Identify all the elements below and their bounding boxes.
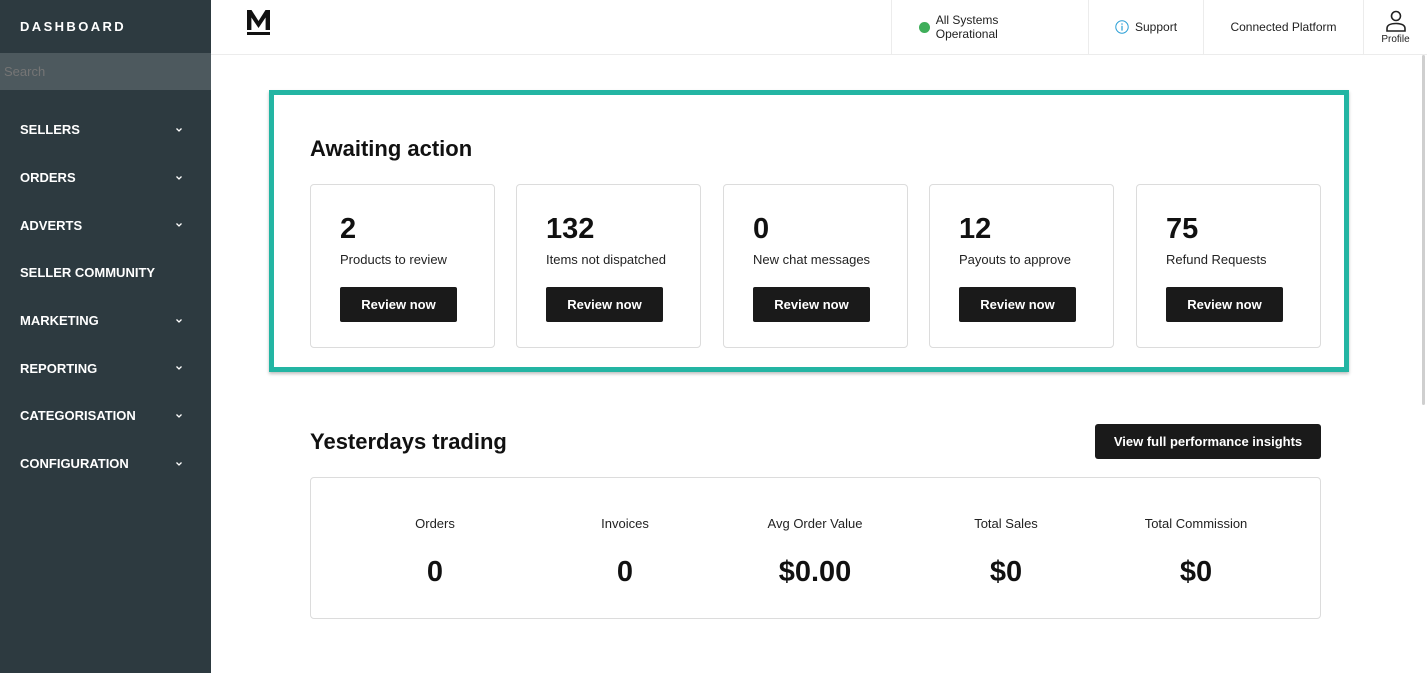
user-icon xyxy=(1385,10,1406,32)
stat-orders: Orders 0 xyxy=(340,478,530,618)
stat-label: Total Sales xyxy=(974,516,1038,531)
support-label: Support xyxy=(1135,20,1178,34)
connected-platform-link[interactable]: Connected Platform xyxy=(1203,0,1363,54)
card-count: 75 xyxy=(1166,213,1199,245)
platform-label: Connected Platform xyxy=(1230,20,1337,34)
stat-total-commission: Total Commission $0 xyxy=(1101,478,1291,618)
view-insights-button[interactable]: View full performance insights xyxy=(1095,424,1321,459)
chevron-down-icon xyxy=(175,317,183,325)
stat-value: $0 xyxy=(1179,556,1213,588)
profile-label: Profile xyxy=(1381,34,1410,45)
sidebar: DASHBOARD SELLERS ORDERS ADVERTS SELLER … xyxy=(0,0,211,673)
sidebar-item-label: CATEGORISATION xyxy=(20,408,136,424)
support-link[interactable]: Support xyxy=(1088,0,1203,54)
card-count: 0 xyxy=(753,213,770,245)
chevron-down-icon xyxy=(175,221,183,229)
action-card-chat: 0 New chat messages Review now xyxy=(723,184,908,348)
chevron-down-icon xyxy=(175,460,183,468)
scrollbar-thumb[interactable] xyxy=(1422,55,1425,405)
awaiting-action-title: Awaiting action xyxy=(310,136,473,161)
profile-button[interactable]: Profile xyxy=(1363,0,1427,54)
sidebar-item-label: ORDERS xyxy=(20,170,76,186)
review-now-button[interactable]: Review now xyxy=(959,287,1076,322)
review-now-button[interactable]: Review now xyxy=(753,287,870,322)
chevron-down-icon xyxy=(175,412,183,420)
sidebar-item-categorisation[interactable]: CATEGORISATION xyxy=(0,392,211,440)
card-count: 2 xyxy=(340,213,357,245)
card-label: Products to review xyxy=(340,252,447,267)
sidebar-item-label: CONFIGURATION xyxy=(20,456,129,472)
stat-value: 0 xyxy=(616,556,634,588)
system-status[interactable]: All Systems Operational xyxy=(891,0,1088,54)
stat-avg-order-value: Avg Order Value $0.00 xyxy=(720,478,910,618)
info-icon xyxy=(1115,20,1129,34)
review-now-button[interactable]: Review now xyxy=(1166,287,1283,322)
scrollbar[interactable] xyxy=(1419,55,1427,673)
sidebar-item-marketing[interactable]: MARKETING xyxy=(0,297,211,345)
card-label: New chat messages xyxy=(753,252,871,267)
chevron-down-icon xyxy=(175,174,183,182)
sidebar-item-adverts[interactable]: ADVERTS xyxy=(0,201,211,249)
stat-label: Total Commission xyxy=(1144,516,1248,531)
action-card-refunds: 75 Refund Requests Review now xyxy=(1136,184,1321,348)
sidebar-item-label: MARKETING xyxy=(20,313,99,329)
sidebar-item-configuration[interactable]: CONFIGURATION xyxy=(0,440,211,488)
stat-label: Avg Order Value xyxy=(767,516,863,531)
status-text: All Systems Operational xyxy=(935,13,999,41)
action-card-dispatch: 132 Items not dispatched Review now xyxy=(516,184,701,348)
card-label: Refund Requests xyxy=(1166,252,1267,267)
trading-stats-panel: Orders 0 Invoices 0 Avg Order Value $0.0… xyxy=(310,477,1321,619)
stat-invoices: Invoices 0 xyxy=(530,478,720,618)
awaiting-action-panel: Awaiting action 2 Products to review Rev… xyxy=(269,90,1349,372)
sidebar-item-label: ADVERTS xyxy=(20,217,83,233)
chevron-down-icon xyxy=(175,126,183,134)
sidebar-item-label: SELLER COMMUNITY xyxy=(20,265,156,281)
stat-value: $0 xyxy=(989,556,1023,588)
sidebar-item-label: REPORTING xyxy=(20,360,98,376)
top-bar-actions: All Systems Operational Support Connecte… xyxy=(891,0,1427,54)
stat-value: $0.00 xyxy=(778,556,852,588)
stat-value: 0 xyxy=(426,556,444,588)
stat-label: Orders xyxy=(415,516,455,531)
sidebar-title: DASHBOARD xyxy=(20,19,127,34)
card-count: 12 xyxy=(959,213,992,245)
yesterdays-trading-title: Yesterdays trading xyxy=(310,429,507,454)
action-card-products: 2 Products to review Review now xyxy=(310,184,495,348)
sidebar-item-seller-community[interactable]: SELLER COMMUNITY xyxy=(0,249,211,297)
m-logo-icon[interactable] xyxy=(246,9,271,35)
review-now-button[interactable]: Review now xyxy=(546,287,663,322)
sidebar-item-label: SELLERS xyxy=(20,122,80,138)
review-now-button[interactable]: Review now xyxy=(340,287,457,322)
sidebar-item-orders[interactable]: ORDERS xyxy=(0,154,211,202)
top-bar: All Systems Operational Support Connecte… xyxy=(211,0,1427,55)
chevron-down-icon xyxy=(175,364,183,372)
card-count: 132 xyxy=(546,213,595,245)
sidebar-item-reporting[interactable]: REPORTING xyxy=(0,344,211,392)
action-card-payouts: 12 Payouts to approve Review now xyxy=(929,184,1114,348)
search-input[interactable] xyxy=(0,53,211,90)
sidebar-item-sellers[interactable]: SELLERS xyxy=(0,106,211,154)
card-label: Items not dispatched xyxy=(546,252,666,267)
sidebar-nav: SELLERS ORDERS ADVERTS SELLER COMMUNITY … xyxy=(0,106,211,488)
stat-total-sales: Total Sales $0 xyxy=(911,478,1101,618)
card-label: Payouts to approve xyxy=(959,252,1072,267)
stat-label: Invoices xyxy=(601,516,649,531)
status-dot-icon xyxy=(919,21,930,33)
